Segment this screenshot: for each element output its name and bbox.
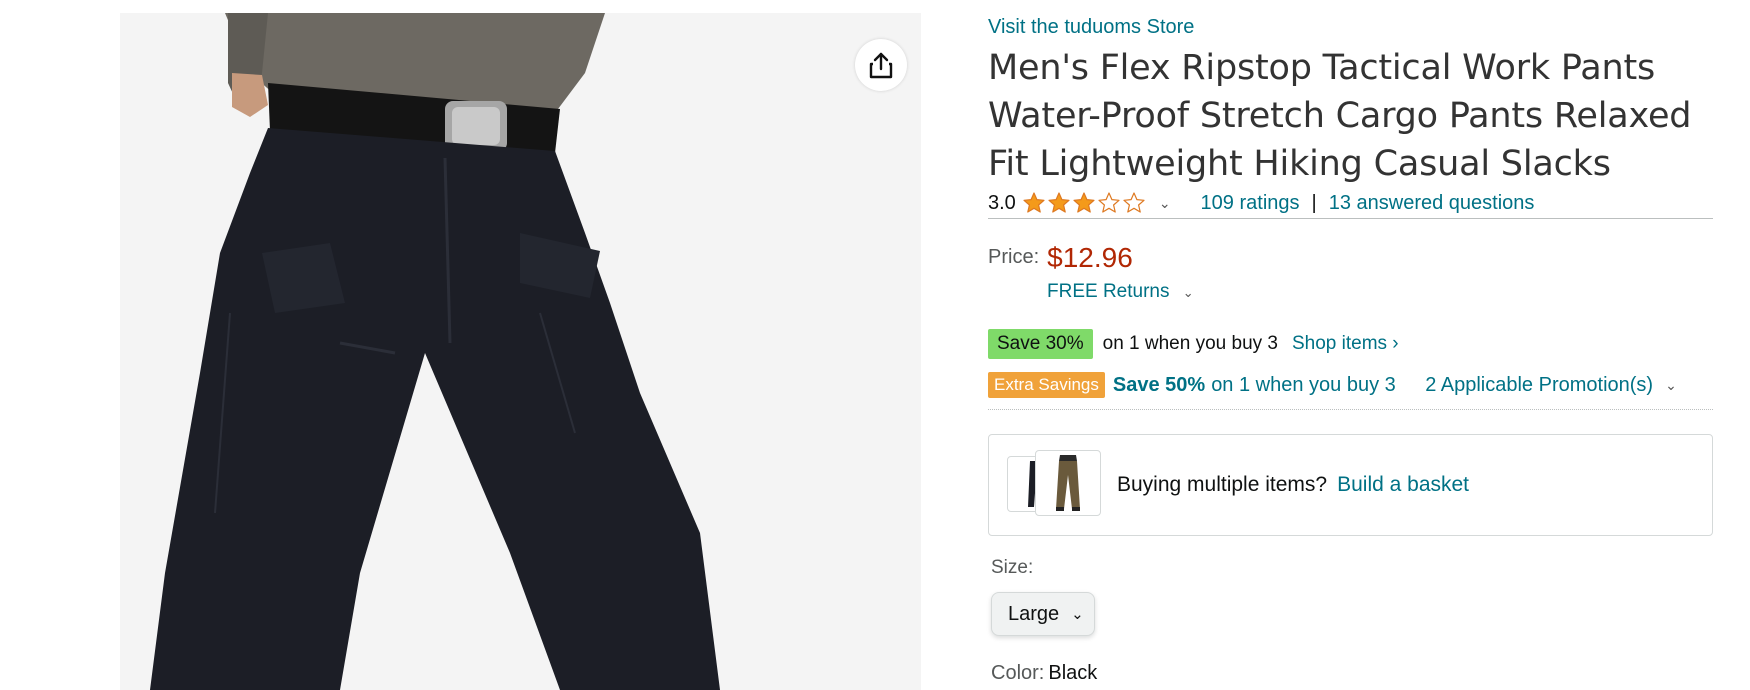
rating-separator: | <box>1311 191 1317 214</box>
divider <box>988 218 1713 219</box>
shop-items-link[interactable]: Shop items › <box>1292 333 1399 355</box>
chevron-down-icon: ⌄ <box>1071 606 1084 623</box>
price-label: Price: <box>988 246 1040 268</box>
applicable-promotions-link[interactable]: 2 Applicable Promotion(s) <box>1425 374 1653 397</box>
extra-savings-amount: Save 50% <box>1112 373 1206 396</box>
color-value: Black <box>1048 662 1098 684</box>
price-value: $12.96 <box>1047 242 1133 273</box>
chevron-down-icon[interactable]: ⌄ <box>1665 377 1677 394</box>
star-icon <box>1098 192 1120 213</box>
rating-row: 3.0 ⌄ 109 ratings | 13 answered question… <box>988 188 1713 218</box>
pants-illustration <box>0 13 921 690</box>
chevron-down-icon[interactable]: ⌄ <box>1159 195 1171 212</box>
rating-value: 3.0 <box>988 191 1016 214</box>
size-dropdown[interactable]: Large ⌄ <box>991 592 1095 636</box>
product-image[interactable] <box>0 13 921 690</box>
questions-link[interactable]: 13 answered questions <box>1329 192 1535 215</box>
color-row: Color: Black <box>991 662 1097 685</box>
share-button[interactable] <box>855 39 907 91</box>
build-basket-box: Buying multiple items? Build a basket <box>988 434 1713 536</box>
free-returns-link[interactable]: FREE Returns <box>1047 281 1169 302</box>
promo-extra-savings: Extra Savings Save 50% on 1 when you buy… <box>988 372 1713 398</box>
basket-question: Buying multiple items? <box>1117 473 1328 496</box>
size-selected-value: Large <box>1008 602 1060 625</box>
ratings-link[interactable]: 109 ratings <box>1201 192 1300 215</box>
size-label: Size: <box>991 557 1034 578</box>
color-label: Color: <box>991 662 1045 684</box>
star-icon <box>1048 192 1070 213</box>
share-icon <box>869 52 893 79</box>
extra-savings-badge: Extra Savings <box>988 372 1105 398</box>
save-text: on 1 when you buy 3 <box>1102 333 1278 354</box>
basket-thumbnails <box>1007 450 1117 520</box>
star-icon <box>1123 192 1145 213</box>
rating-stars[interactable] <box>1022 191 1147 215</box>
star-icon <box>1073 192 1095 213</box>
build-basket-link[interactable]: Build a basket <box>1337 473 1469 496</box>
price-row: Price: $12.96 <box>988 242 1133 274</box>
basket-prompt: Buying multiple items? Build a basket <box>1117 473 1469 497</box>
divider <box>988 409 1713 410</box>
free-returns[interactable]: FREE Returns ⌄ <box>1047 281 1194 303</box>
product-title: Men's Flex Ripstop Tactical Work Pants W… <box>988 48 1692 184</box>
save-badge: Save 30% <box>988 329 1093 359</box>
chevron-down-icon: ⌄ <box>1182 285 1194 300</box>
thumbnail-khaki-pants <box>1035 450 1101 516</box>
star-icon <box>1023 192 1045 213</box>
extra-savings-text: on 1 when you buy 3 <box>1211 373 1396 396</box>
store-link[interactable]: Visit the tuduoms Store <box>988 16 1194 39</box>
promo-save-30: Save 30% on 1 when you buy 3 Shop items … <box>988 329 1399 359</box>
